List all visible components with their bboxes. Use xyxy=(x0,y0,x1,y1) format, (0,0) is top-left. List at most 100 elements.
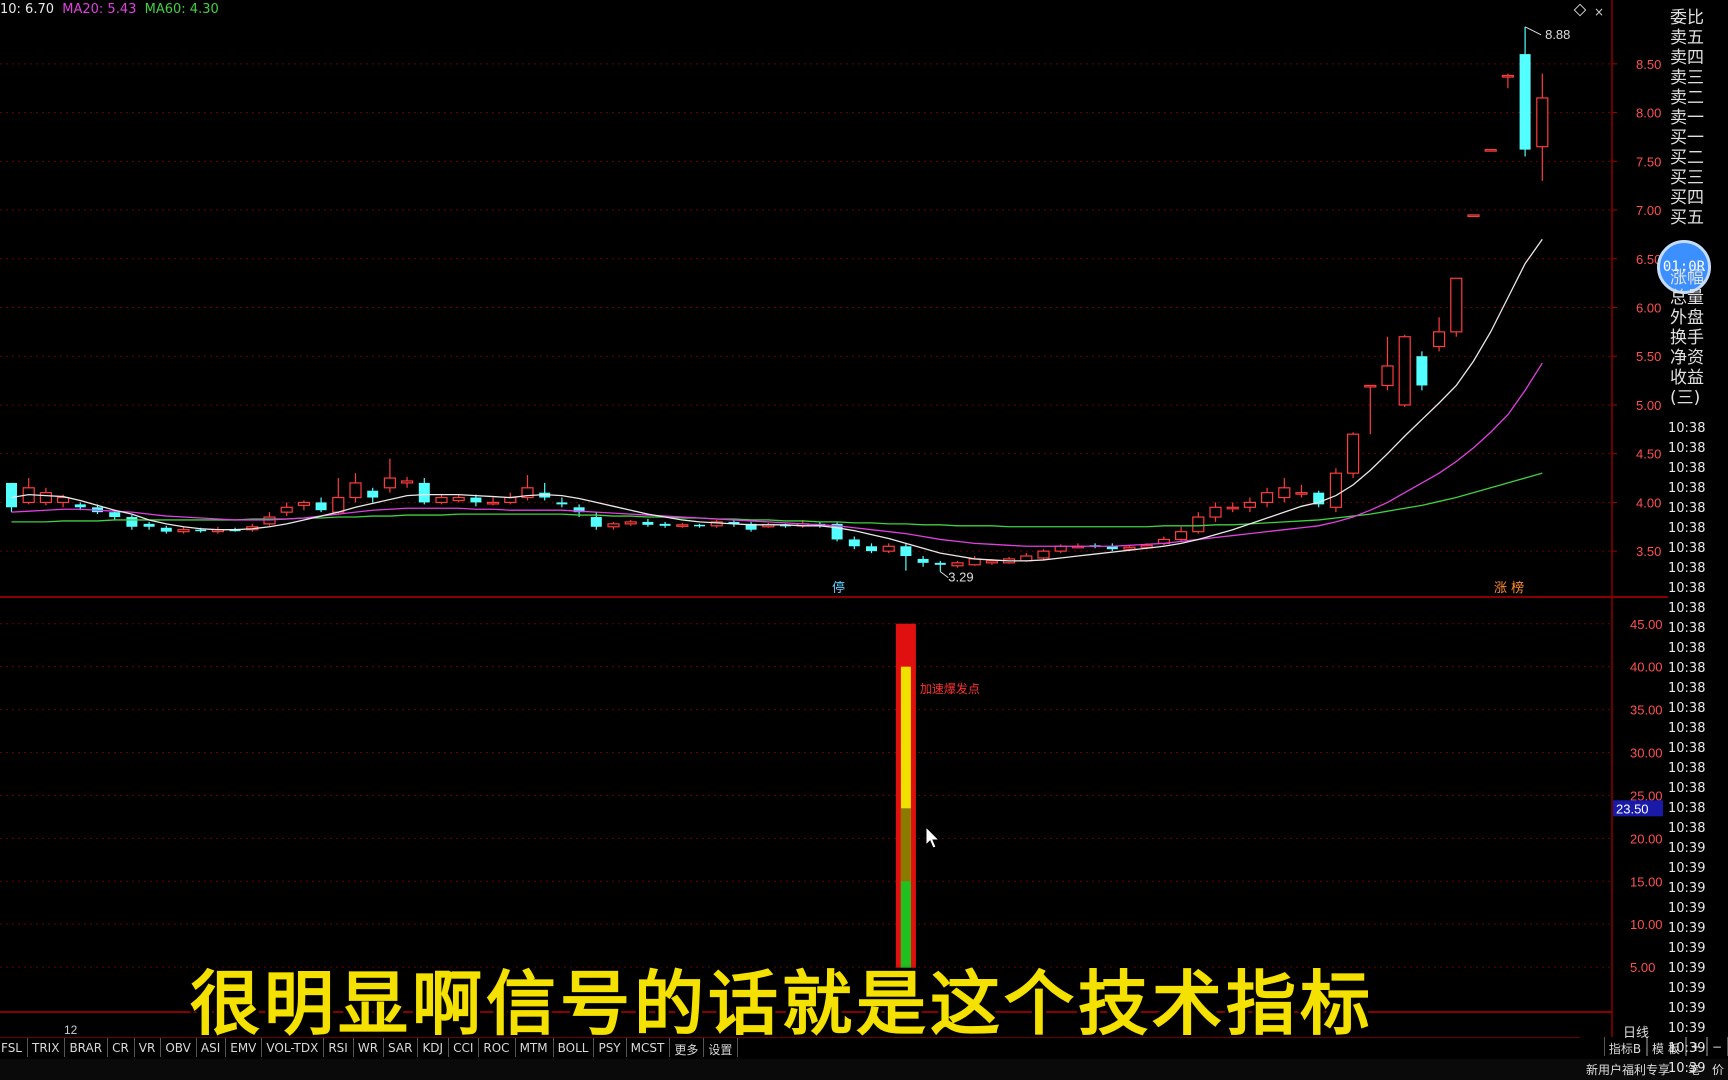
tab-emv[interactable]: EMV xyxy=(226,1038,263,1057)
candle-body xyxy=(1381,365,1394,387)
tick-time: 10:38 xyxy=(1668,621,1706,636)
candle xyxy=(297,500,310,511)
candle-body xyxy=(1398,336,1411,406)
candle-body xyxy=(1192,516,1205,533)
candle xyxy=(694,523,705,528)
candle xyxy=(143,521,155,530)
tick-time: 10:38 xyxy=(1668,521,1706,536)
candle-body xyxy=(435,496,448,504)
candle-body xyxy=(418,482,430,503)
tab-kdj[interactable]: KDJ xyxy=(418,1038,450,1057)
ma10-line xyxy=(11,238,1543,562)
bottom-status-bar xyxy=(0,1059,1728,1080)
candle-body xyxy=(367,490,379,498)
candle-body xyxy=(332,496,345,513)
candle-body xyxy=(590,517,602,527)
side-label: 收益(三) xyxy=(1670,368,1704,408)
candle-body xyxy=(882,545,895,552)
tab-cci[interactable]: CCI xyxy=(449,1038,480,1057)
candle xyxy=(332,478,345,515)
kline-chart[interactable]: 8.508.007.507.006.506.005.505.004.504.00… xyxy=(0,0,1668,1037)
tick-time: 10:39 xyxy=(1668,1001,1706,1016)
candle-body xyxy=(968,558,981,566)
candle-body xyxy=(1295,492,1308,495)
tab-vol-tdx[interactable]: VOL-TDX xyxy=(262,1038,325,1057)
candle xyxy=(642,518,654,527)
tab-mtm[interactable]: MTM xyxy=(516,1038,554,1057)
tab-fsl[interactable]: FSL xyxy=(0,1038,28,1057)
tab-mcst[interactable]: MCST xyxy=(627,1038,671,1057)
tab-trix[interactable]: TRIX xyxy=(28,1038,66,1057)
candle-body xyxy=(848,539,860,547)
candle xyxy=(539,482,551,501)
candle-body xyxy=(1209,506,1222,518)
tick-time: 10:38 xyxy=(1668,821,1706,836)
candle-body xyxy=(1037,550,1050,559)
tick-time: 10:39 xyxy=(1668,1021,1706,1036)
side-label: 卖二 xyxy=(1670,88,1704,108)
candle xyxy=(968,556,981,566)
candle-body xyxy=(1416,356,1428,386)
candle-body xyxy=(934,562,946,565)
tab-obv[interactable]: OBV xyxy=(161,1038,197,1057)
period-label[interactable]: 日线 xyxy=(1623,1022,1649,1041)
high-price-pointer xyxy=(1524,26,1542,36)
tab-wr[interactable]: WR xyxy=(354,1038,385,1057)
price-button[interactable]: 价 xyxy=(1712,1061,1724,1078)
candle-body xyxy=(607,523,620,528)
tick-time: 10:39 xyxy=(1668,961,1706,976)
side-label: 换手 xyxy=(1670,328,1704,348)
side-label: 卖一 xyxy=(1670,108,1704,128)
tab-cr[interactable]: CR xyxy=(108,1038,135,1057)
tab-rsi[interactable]: RSI xyxy=(324,1038,354,1057)
tick-time: 10:39 xyxy=(1668,841,1706,856)
candle-body xyxy=(1243,501,1257,508)
candle-body xyxy=(624,521,637,525)
indicator-tick-label: 45.00 xyxy=(1630,617,1663,632)
candle xyxy=(160,525,172,534)
candle xyxy=(315,497,327,513)
tab-sar[interactable]: SAR xyxy=(384,1038,419,1057)
tab-psy[interactable]: PSY xyxy=(594,1038,627,1057)
indicator-tick-label: 5.00 xyxy=(1630,960,1655,975)
candle-body xyxy=(280,506,293,513)
candle-body xyxy=(6,482,17,508)
tick-time: 10:38 xyxy=(1668,721,1706,736)
candle-body xyxy=(160,527,172,532)
candle xyxy=(1501,73,1515,89)
tick-time: 10:38 xyxy=(1668,781,1706,796)
candle-body xyxy=(1364,384,1377,388)
tick-time: 10:38 xyxy=(1668,761,1706,776)
tab-roc[interactable]: ROC xyxy=(479,1038,516,1057)
tab-boll[interactable]: BOLL xyxy=(554,1038,595,1057)
tick-time: 10:39 xyxy=(1668,881,1706,896)
tab-更多[interactable]: 更多 xyxy=(670,1038,705,1057)
candle xyxy=(1226,502,1239,513)
candle-body xyxy=(1484,149,1497,152)
candle-body xyxy=(985,560,999,564)
candle-body xyxy=(866,546,877,552)
promo-text[interactable]: 新用户福利专享 xyxy=(1586,1061,1670,1078)
candle xyxy=(435,494,448,505)
candle xyxy=(1381,336,1394,391)
side-label: 买五 xyxy=(1670,208,1704,228)
candle-body xyxy=(126,517,138,527)
tab-vr[interactable]: VR xyxy=(135,1038,162,1057)
candle xyxy=(900,543,912,571)
candle xyxy=(1398,334,1411,407)
side-label: 卖四 xyxy=(1670,48,1704,68)
tab-设置[interactable]: 设置 xyxy=(704,1038,739,1057)
candle xyxy=(126,515,138,530)
ma60-line xyxy=(11,472,1543,528)
zoom-out-button[interactable]: − xyxy=(1706,1037,1728,1056)
tab-brar[interactable]: BRAR xyxy=(65,1038,109,1057)
tab-asi[interactable]: ASI xyxy=(197,1038,227,1057)
tick-time: 10:38 xyxy=(1668,741,1706,756)
candle-body xyxy=(109,512,121,518)
candle xyxy=(831,521,843,542)
price-tick-label: 4.50 xyxy=(1636,447,1661,462)
candle xyxy=(556,497,568,508)
candle-body xyxy=(1519,54,1531,150)
candle xyxy=(866,543,877,554)
tick-time: 10:39 xyxy=(1668,1061,1706,1076)
